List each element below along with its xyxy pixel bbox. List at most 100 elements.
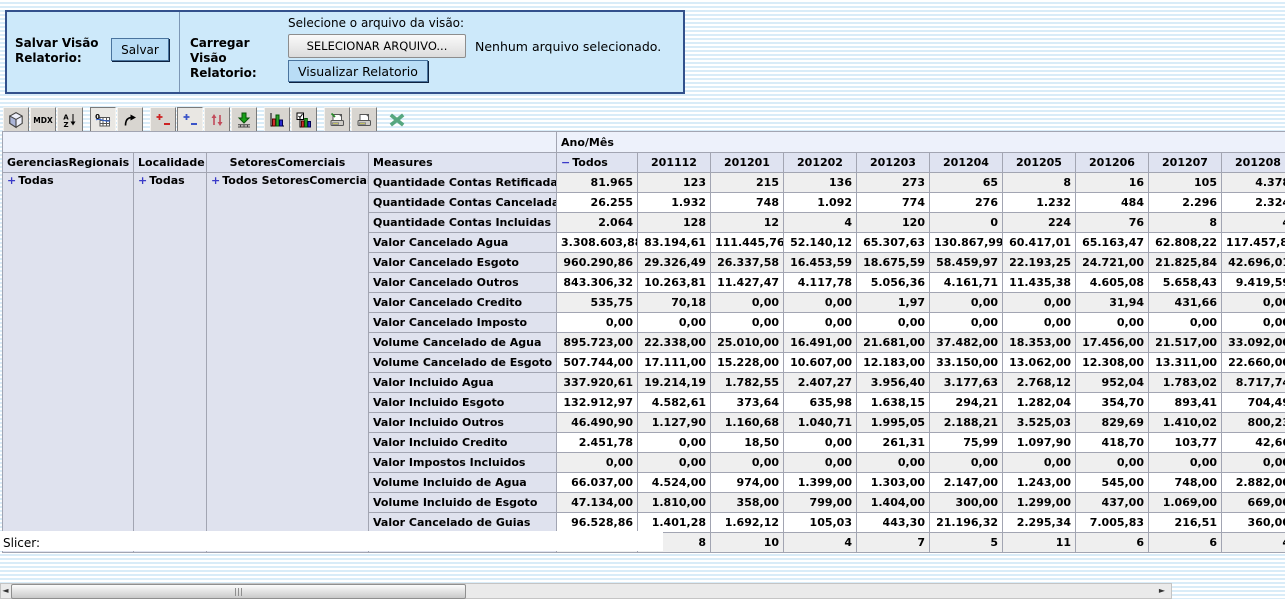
save-button[interactable]: Salvar (111, 38, 169, 61)
pivot-value-cell: 65 (930, 173, 1003, 193)
pivot-value-cell: 117.457,86 (1222, 233, 1285, 253)
pivot-value-cell: 0,00 (784, 453, 857, 473)
expand-collapse-icon[interactable]: + (138, 174, 147, 187)
pivot-value-cell: 10.607,00 (784, 353, 857, 373)
row-member-localidade: +Todas (134, 173, 207, 553)
row-axis-header-localidade: Localidade (134, 153, 207, 173)
pivot-value-cell: 261,31 (857, 433, 930, 453)
swap-axes-button[interactable] (204, 107, 230, 132)
pivot-value-cell: 0,00 (784, 293, 857, 313)
measure-label: Valor Cancelado de Guias (369, 513, 557, 533)
olap-navigator-button[interactable] (3, 107, 29, 132)
measure-label: Volume Incluido de Agua (369, 473, 557, 493)
pivot-value-cell: 7.005,83 (1076, 513, 1149, 533)
pivot-value-cell: 1.783,02 (1149, 373, 1222, 393)
pivot-value-cell: 3.956,40 (857, 373, 930, 393)
pivot-value-cell: 0,00 (557, 453, 638, 473)
expand-collapse-icon[interactable]: + (7, 174, 16, 187)
pivot-value-cell: 0,00 (857, 313, 930, 333)
column-header-201203: 201203 (857, 153, 930, 173)
pivot-value-cell: 1.299,00 (1003, 493, 1076, 513)
measure-label: Quantidade Contas Retificadas (369, 173, 557, 193)
select-file-button[interactable]: SELECIONAR ARQUIVO... (288, 34, 466, 58)
pivot-value-cell: 484 (1076, 193, 1149, 213)
scroll-thumb[interactable] (11, 584, 466, 599)
pivot-value-cell: 507.744,00 (557, 353, 638, 373)
page: Salvar Visão Relatorio: Salvar Carregar … (0, 0, 1285, 599)
horizontal-scrollbar[interactable]: ◄ ► (0, 583, 1172, 599)
pivot-value-cell: 0,00 (1149, 453, 1222, 473)
pivot-value-cell: 13.062,00 (1003, 353, 1076, 373)
expand-collapse-icon[interactable]: − (561, 156, 570, 169)
hide-spans-button[interactable] (117, 107, 143, 132)
pivot-value-cell: 19.214,19 (638, 373, 711, 393)
print-config-button[interactable] (324, 107, 350, 132)
pivot-value-cell: 895.723,00 (557, 333, 638, 353)
pivot-value-cell: 273 (857, 173, 930, 193)
pivot-value-cell: 354,70 (1076, 393, 1149, 413)
measure-label: Valor Incluido Outros (369, 413, 557, 433)
measure-label: Valor Incluido Esgoto (369, 393, 557, 413)
print-pdf-button[interactable] (351, 107, 377, 132)
pivot-value-cell: 418,70 (1076, 433, 1149, 453)
pivot-value-cell: 47.134,00 (557, 493, 638, 513)
scroll-left-arrow-icon[interactable]: ◄ (1, 584, 10, 598)
view-report-button[interactable]: Visualizar Relatorio (288, 60, 428, 82)
pivot-value-cell: 6 (1149, 533, 1222, 553)
mdx-editor-button[interactable]: MDX (30, 107, 56, 132)
suppress-empty-button[interactable] (177, 107, 203, 132)
pivot-value-cell: 1.399,00 (784, 473, 857, 493)
pivot-value-cell: 75,99 (930, 433, 1003, 453)
save-view-label: Salvar Visão Relatorio: (15, 36, 115, 66)
pivot-value-cell: 0,00 (1003, 293, 1076, 313)
pivot-value-cell: 829,69 (1076, 413, 1149, 433)
pivot-value-cell: 5 (930, 533, 1003, 553)
pivot-value-cell: 136 (784, 173, 857, 193)
pivot-value-cell: 0,00 (638, 433, 711, 453)
column-header-todos: −Todos (557, 153, 638, 173)
pivot-value-cell: 22.193,25 (1003, 253, 1076, 273)
pivot-value-cell: 18.353,00 (1003, 333, 1076, 353)
pivot-value-cell: 16.453,59 (784, 253, 857, 273)
pivot-value-cell: 26.337,58 (711, 253, 784, 273)
chart-config-button[interactable] (291, 107, 317, 132)
pivot-value-cell: 799,00 (784, 493, 857, 513)
pivot-value-cell: 12.183,00 (857, 353, 930, 373)
pivot-value-cell: 17.111,00 (638, 353, 711, 373)
show-properties-button[interactable] (150, 107, 176, 132)
pivot-value-cell: 8 (1003, 173, 1076, 193)
chart-button[interactable] (264, 107, 290, 132)
pivot-value-cell: 276 (930, 193, 1003, 213)
row-axis-header-setorescomerciais: SetoresComerciais (207, 153, 369, 173)
pivot-value-cell: 2.295,34 (1003, 513, 1076, 533)
slicer-band (0, 531, 663, 551)
pivot-value-cell: 21.517,00 (1149, 333, 1222, 353)
drill-through-button[interactable] (231, 107, 257, 132)
pivot-value-cell: 0,00 (711, 313, 784, 333)
pivot-value-cell: 1.282,04 (1003, 393, 1076, 413)
pivot-value-cell: 1.692,12 (711, 513, 784, 533)
measure-label: Valor Cancelado Esgoto (369, 253, 557, 273)
pivot-value-cell: 294,21 (930, 393, 1003, 413)
pivot-value-cell: 105 (1149, 173, 1222, 193)
pivot-value-cell: 46.490,90 (557, 413, 638, 433)
pivot-value-cell: 431,66 (1149, 293, 1222, 313)
pivot-value-cell: 0,00 (784, 313, 857, 333)
pivot-value-cell: 800,23 (1222, 413, 1285, 433)
pivot-value-cell: 4 (1222, 213, 1285, 233)
sort-button[interactable]: AZ (57, 107, 83, 132)
scroll-thumb-grip-icon (235, 588, 243, 596)
pivot-value-cell: 33.150,00 (930, 353, 1003, 373)
row-member-gerenciasregionais: +Todas (3, 173, 134, 553)
pivot-value-cell: 0,00 (784, 433, 857, 453)
scroll-right-arrow-icon[interactable]: ► (1156, 584, 1168, 598)
row-axis-header-measures: Measures (369, 153, 557, 173)
hide-spans-icon (122, 112, 138, 128)
pivot-value-cell: 952,04 (1076, 373, 1149, 393)
show-parents-button[interactable]: 0 (90, 107, 116, 132)
expand-collapse-icon[interactable]: + (211, 174, 220, 187)
pivot-value-cell: 25.010,00 (711, 333, 784, 353)
pivot-value-cell: 704,49 (1222, 393, 1285, 413)
pivot-value-cell: 748 (711, 193, 784, 213)
pivot-value-cell: 31,94 (1076, 293, 1149, 313)
